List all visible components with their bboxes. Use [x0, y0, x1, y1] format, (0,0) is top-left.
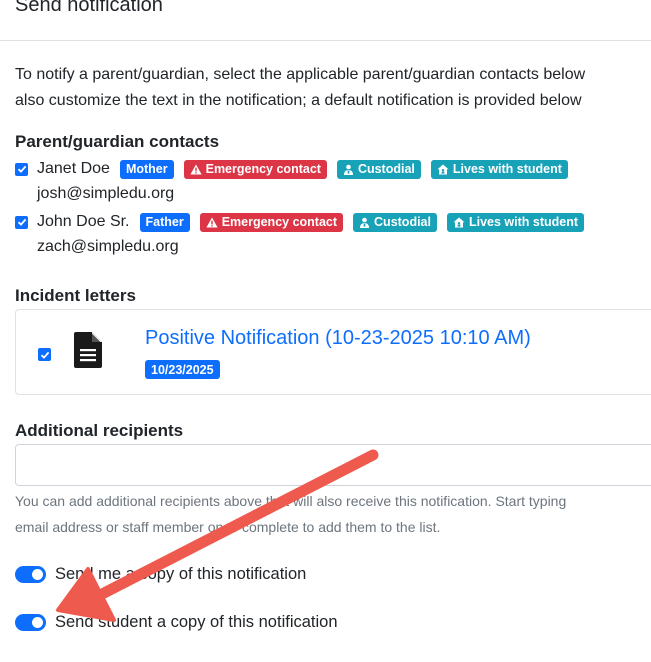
contact-checkbox[interactable] — [15, 215, 28, 229]
custodial-badge-label: Custodial — [357, 162, 415, 176]
letter-card[interactable]: Positive Notification (10-23-2025 10:10 … — [15, 309, 651, 395]
emergency-badge: Emergency contact — [183, 159, 327, 179]
guardian-icon — [360, 217, 370, 228]
lives-with-badge: Lives with student — [446, 212, 585, 232]
home-icon — [453, 217, 465, 227]
custodial-badge-label: Custodial — [374, 215, 431, 229]
copy-student-label: Send student a copy of this notification — [55, 612, 338, 631]
contact-email: zach@simpledu.org — [37, 238, 179, 255]
header-divider — [0, 40, 651, 41]
emergency-badge: Emergency contact — [199, 212, 344, 232]
contact-row: Janet Doe Mother Emergency contact Custo… — [15, 158, 578, 180]
copy-self-toggle-row: Send me a copy of this notification — [15, 562, 306, 586]
document-icon — [74, 332, 102, 368]
letter-date-badge: 10/23/2025 — [145, 360, 220, 379]
copy-student-toggle-row: Send student a copy of this notification — [15, 610, 338, 634]
recipients-heading: Additional recipients — [15, 421, 184, 440]
lives-with-badge-label: Lives with student — [468, 215, 579, 229]
intro-line-2: also customize the text in the notificat… — [15, 92, 582, 109]
custodial-badge: Custodial — [336, 159, 421, 179]
intro-text: To notify a parent/guardian, select the … — [15, 62, 651, 114]
letter-title-link[interactable]: Positive Notification (10-23-2025 10:10 … — [145, 327, 531, 350]
contact-checkbox[interactable] — [15, 162, 28, 176]
copy-student-switch[interactable] — [15, 613, 46, 631]
custodial-badge: Custodial — [353, 212, 437, 232]
contact-email: josh@simpledu.org — [37, 185, 175, 202]
page-title: Send notification — [15, 0, 163, 16]
help-line-2: email address or staff member once compl… — [15, 519, 441, 535]
warning-triangle-icon — [190, 164, 202, 174]
emergency-badge-label: Emergency contact — [205, 162, 321, 176]
home-icon — [437, 164, 449, 174]
intro-line-1: To notify a parent/guardian, select the … — [15, 66, 586, 83]
help-line-1: You can add additional recipients above … — [15, 493, 567, 509]
warning-triangle-icon — [206, 217, 218, 227]
recipients-help-text: You can add additional recipients above … — [15, 488, 651, 540]
copy-self-label: Send me a copy of this notification — [55, 564, 307, 583]
emergency-badge-label: Emergency contact — [221, 215, 338, 229]
contact-row: John Doe Sr. Father Emergency contact Cu… — [15, 211, 594, 233]
lives-with-badge: Lives with student — [430, 159, 568, 179]
contact-name: Janet Doe — [37, 160, 110, 177]
letters-heading: Incident letters — [15, 286, 136, 305]
contact-name: John Doe Sr. — [37, 213, 130, 230]
recipients-input[interactable] — [15, 444, 651, 486]
relation-badge: Father — [139, 212, 190, 232]
relation-badge: Mother — [119, 159, 174, 179]
contacts-heading: Parent/guardian contacts — [15, 132, 220, 151]
letter-checkbox[interactable] — [38, 348, 51, 361]
copy-self-switch[interactable] — [15, 565, 46, 583]
lives-with-badge-label: Lives with student — [452, 162, 562, 176]
guardian-icon — [343, 164, 353, 175]
